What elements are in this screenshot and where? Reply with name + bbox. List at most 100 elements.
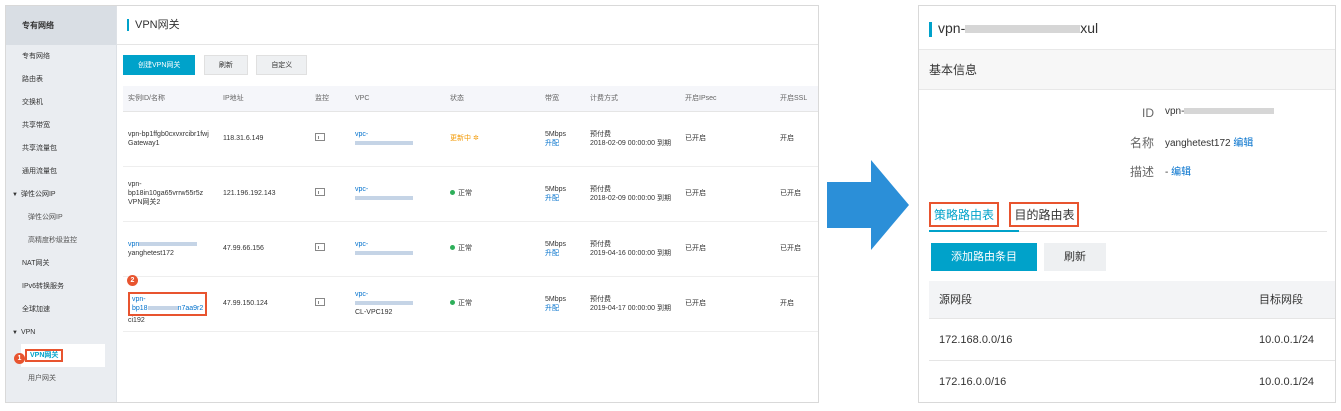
- vpc-link[interactable]: vpc-: [355, 130, 445, 139]
- instance-id-highlight[interactable]: vpn- bp18 n7aa9r2: [128, 292, 208, 316]
- col-monitor: 监控: [310, 86, 350, 112]
- sidebar-item-route-table[interactable]: 路由表: [6, 68, 116, 91]
- add-route-entry-button[interactable]: 添加路由条目: [931, 243, 1037, 271]
- status-normal: 正常: [458, 190, 472, 197]
- upgrade-link[interactable]: 升配: [545, 194, 585, 203]
- instance-cell: vpn-bp18in10ga65vrrw55r5z VPN网关2: [123, 166, 218, 222]
- sidebar-item-vpn-gateway[interactable]: VPN网关: [21, 344, 105, 367]
- billing-cell: 预付费 2019-04-16 00:00:00 到期: [585, 221, 680, 277]
- sidebar-item-customer-gateway[interactable]: 用户网关: [6, 367, 116, 390]
- sidebar-item-vpc[interactable]: 专有网络: [6, 45, 116, 68]
- route-table: 源网段 目标网段 172.168.0.0/16 10.0.0.1/24 172.…: [929, 281, 1335, 402]
- vpc-link[interactable]: vpc-: [355, 290, 445, 299]
- info-key: 描述: [1129, 165, 1154, 179]
- instance-cell: vpn yanghetest172: [123, 221, 218, 277]
- monitor-chart-icon[interactable]: [315, 133, 325, 141]
- billing-type: 预付费: [590, 185, 611, 193]
- ssl-cell[interactable]: 开启: [775, 276, 818, 332]
- bandwidth-cell: 5Mbps 升配: [540, 166, 585, 222]
- status-normal: 正常: [458, 245, 472, 252]
- refresh-button[interactable]: 刷新: [203, 55, 248, 75]
- ipsec-cell: 已开启: [680, 111, 775, 167]
- ip-cell: 47.99.66.156: [218, 221, 310, 277]
- monitor-cell: [310, 111, 350, 167]
- col-ip: IP地址: [218, 86, 310, 112]
- ip-cell: 121.196.192.143: [218, 166, 310, 222]
- instance-name: VPN网关2: [128, 199, 161, 206]
- tab-policy-route-table[interactable]: 策略路由表: [929, 202, 1000, 227]
- info-value: -: [1165, 167, 1169, 178]
- upgrade-link[interactable]: 升配: [545, 139, 585, 148]
- tab-destination-route-table[interactable]: 目的路由表: [1009, 202, 1080, 227]
- expiry-date: 2019-04-16 00:00:00 到期: [590, 249, 671, 257]
- expiry-date: 2018-02-09 00:00:00 到期: [590, 139, 671, 147]
- instance-id: vpn-: [132, 296, 146, 303]
- ipsec-cell: 已开启: [680, 276, 775, 332]
- destination-cidr: 10.0.0.1/24: [1259, 334, 1315, 346]
- route-table-header: 源网段 目标网段: [929, 281, 1335, 319]
- bandwidth-cell: 5Mbps 升配: [540, 221, 585, 277]
- instance-name: ci192: [128, 317, 145, 324]
- instance-id[interactable]: vpn-: [128, 180, 218, 189]
- edit-name-link[interactable]: 编辑: [1233, 138, 1253, 149]
- billing-type: 预付费: [590, 240, 611, 248]
- instance-name: yanghetest172: [128, 249, 174, 257]
- redacted-text: [139, 241, 198, 246]
- ssl-cell[interactable]: 开启: [775, 111, 818, 167]
- bandwidth-value: 5Mbps: [545, 130, 567, 138]
- sidebar-group-label: 弹性公网IP: [20, 191, 56, 198]
- loading-spinner-icon: ✲: [472, 135, 479, 142]
- detail-title-prefix: vpn-: [938, 20, 966, 36]
- sidebar-header: 专有网络: [6, 6, 116, 45]
- create-vpn-gateway-button[interactable]: 创建VPN网关: [123, 55, 196, 75]
- info-value-wrap: - 编辑: [1165, 163, 1191, 178]
- vpc-cell: vpc-: [350, 111, 445, 167]
- vpc-cell: vpc- CL-VPC192: [350, 276, 445, 332]
- sidebar-item-global-acceleration[interactable]: 全球加速: [6, 298, 116, 321]
- edit-description-link[interactable]: 编辑: [1171, 167, 1191, 178]
- status-dot-icon: [450, 245, 455, 250]
- table-header-row: 实例ID/名称 IP地址 监控 VPC 状态 带宽 计费方式 开启IPsec 开…: [123, 86, 818, 112]
- col-destination-cidr: 目标网段: [1259, 294, 1303, 306]
- instance-id[interactable]: vpn-bp1ffgb0cxvxrcibr1fwj: [128, 130, 218, 139]
- vpc-name: CL-VPC192: [355, 309, 393, 316]
- sidebar-item-general-data-plan[interactable]: 通用流量包: [6, 160, 116, 183]
- sidebar-group-vpn[interactable]: ▼ VPN: [6, 321, 116, 344]
- redacted-text: [355, 140, 413, 145]
- upgrade-link[interactable]: 升配: [545, 304, 585, 313]
- sidebar-item-vswitch[interactable]: 交换机: [6, 91, 116, 114]
- instance-id-cont[interactable]: bp18in10ga65vrrw55r5z: [128, 189, 218, 198]
- monitor-chart-icon[interactable]: [315, 243, 325, 251]
- vpc-link[interactable]: vpc-: [355, 240, 445, 249]
- upgrade-link[interactable]: 升配: [545, 249, 585, 258]
- vpc-link[interactable]: vpc-: [355, 185, 445, 194]
- sidebar-item-vpn-gateway-label: VPN网关: [25, 349, 64, 362]
- sidebar-item-shared-bandwidth[interactable]: 共享带宽: [6, 114, 116, 137]
- table-row: vpn-bp18in10ga65vrrw55r5z VPN网关2 121.196.…: [123, 166, 818, 222]
- redacted-text: [355, 301, 413, 306]
- status-normal: 正常: [458, 300, 472, 307]
- active-tab-underline: [929, 230, 1019, 232]
- sidebar-group-eip[interactable]: ▼ 弹性公网IP: [6, 183, 116, 206]
- source-cidr: 172.16.0.0/16: [939, 376, 1007, 388]
- redacted-text: [355, 250, 413, 255]
- sidebar-item-eip[interactable]: 弹性公网IP: [6, 206, 116, 229]
- instance-cell: 2 vpn- bp18 n7aa9r2 ci192: [123, 274, 218, 332]
- sidebar-item-ipv6-translation[interactable]: IPv6转换服务: [6, 275, 116, 298]
- table-row: vpn yanghetest172 47.99.66.156 vpc- 正常 5M…: [123, 221, 818, 277]
- arrow-right-icon: [827, 160, 909, 250]
- monitor-chart-icon[interactable]: [315, 298, 325, 306]
- refresh-button[interactable]: 刷新: [1044, 243, 1106, 271]
- ssl-cell: 已开启: [775, 166, 818, 222]
- instance-id[interactable]: vpn: [128, 241, 139, 248]
- main-content: VPN网关 创建VPN网关 刷新 自定义 实例ID/名称 IP地址 监控 VPC…: [117, 6, 818, 402]
- info-key: ID: [1142, 106, 1154, 120]
- sidebar-item-hd-monitor[interactable]: 高精度秒级监控: [6, 229, 116, 252]
- billing-cell: 预付费 2018-02-09 00:00:00 到期: [585, 111, 680, 167]
- sidebar-item-nat-gateway[interactable]: NAT网关: [6, 252, 116, 275]
- sidebar-item-shared-data-plan[interactable]: 共享流量包: [6, 137, 116, 160]
- monitor-chart-icon[interactable]: [315, 188, 325, 196]
- bandwidth-value: 5Mbps: [545, 295, 567, 303]
- customize-button[interactable]: 自定义: [256, 55, 308, 75]
- redacted-text: [355, 195, 413, 200]
